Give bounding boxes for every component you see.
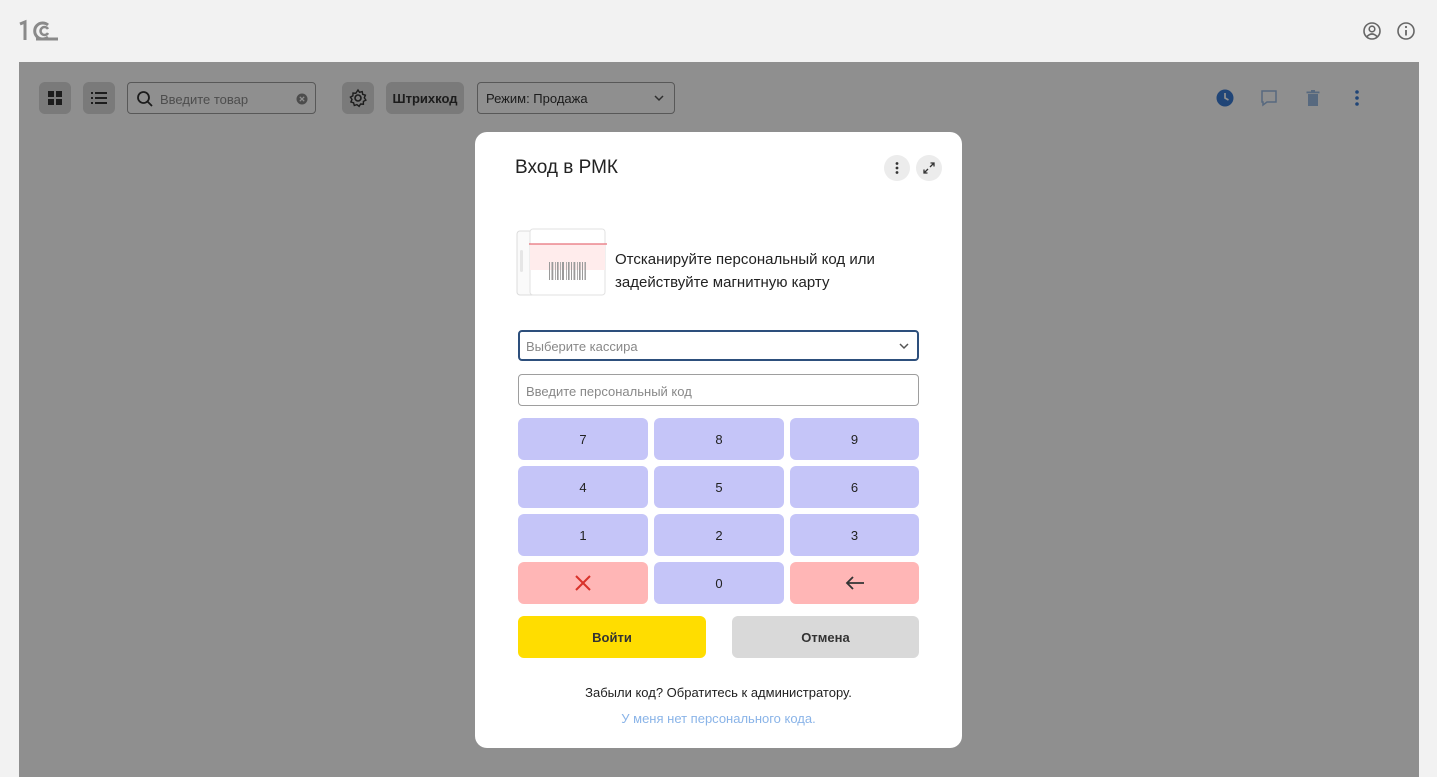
cancel-button[interactable]: Отмена xyxy=(732,616,919,658)
forgot-code-text: Забыли код? Обратитесь к администратору. xyxy=(585,685,852,700)
arrow-left-icon xyxy=(845,576,864,590)
barcode-scanner-icon xyxy=(516,228,607,296)
key-3[interactable]: 3 xyxy=(790,514,919,556)
dialog-title: Вход в РМК xyxy=(515,157,618,178)
chevron-down-icon[interactable] xyxy=(897,339,911,353)
expand-icon xyxy=(923,162,935,174)
backspace-key[interactable] xyxy=(790,562,919,604)
key-0[interactable]: 0 xyxy=(654,562,784,604)
key-1[interactable]: 1 xyxy=(518,514,648,556)
cashier-select[interactable] xyxy=(518,330,919,361)
personal-code-input[interactable] xyxy=(526,382,906,400)
key-9[interactable]: 9 xyxy=(790,418,919,460)
key-5[interactable]: 5 xyxy=(654,466,784,508)
top-bar xyxy=(0,0,1437,62)
key-7[interactable]: 7 xyxy=(518,418,648,460)
login-button[interactable]: Войти xyxy=(518,616,706,658)
key-4[interactable]: 4 xyxy=(518,466,648,508)
info-circle-icon[interactable] xyxy=(1396,21,1416,41)
more-vertical-icon xyxy=(895,162,899,174)
no-personal-code-link[interactable]: У меня нет персонального кода. xyxy=(475,711,962,726)
dialog-expand-button[interactable] xyxy=(916,155,942,181)
1c-logo xyxy=(19,19,58,41)
scan-instruction: Отсканируйте персональный код или задейс… xyxy=(615,251,875,291)
close-x-icon xyxy=(575,575,591,591)
key-8[interactable]: 8 xyxy=(654,418,784,460)
key-2[interactable]: 2 xyxy=(654,514,784,556)
personal-code-field[interactable] xyxy=(518,374,919,406)
cashier-input[interactable] xyxy=(526,337,876,355)
clear-key[interactable] xyxy=(518,562,648,604)
dialog-more-button[interactable] xyxy=(884,155,910,181)
login-dialog: Вход в РМК Отсканируйте персональный код… xyxy=(475,132,962,748)
key-6[interactable]: 6 xyxy=(790,466,919,508)
user-circle-icon[interactable] xyxy=(1362,21,1382,41)
